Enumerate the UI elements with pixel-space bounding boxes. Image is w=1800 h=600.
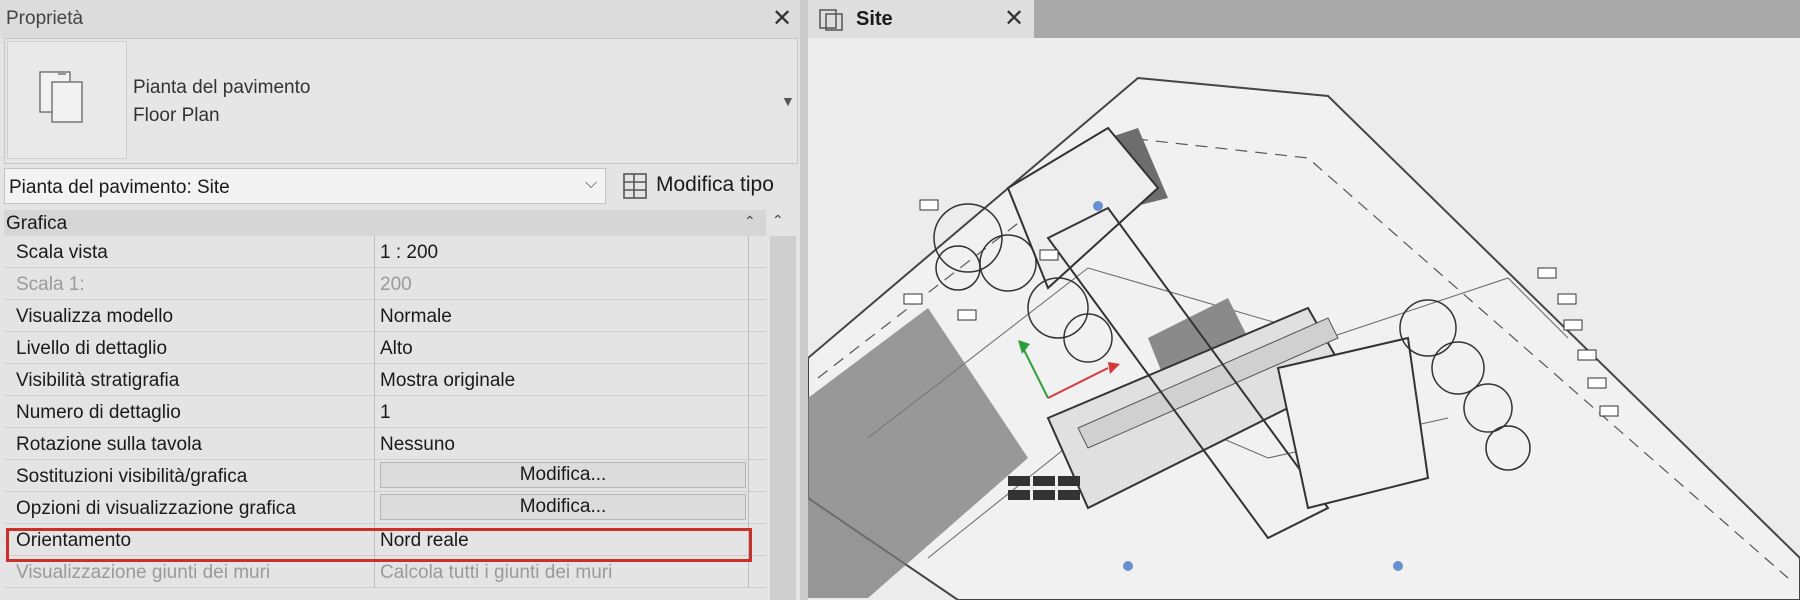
property-label: Opzioni di visualizzazione grafica — [16, 498, 296, 519]
property-label: Rotazione sulla tavola — [16, 434, 202, 455]
property-row[interactable]: Livello di dettaglio Alto — [4, 332, 766, 364]
tab-site[interactable]: Site ✕ — [808, 0, 1034, 38]
instance-selector-value: Pianta del pavimento: Site — [9, 177, 230, 198]
site-plan-drawing — [808, 76, 1800, 600]
properties-panel: Proprietà ✕ Pianta del pavimento Floor P… — [0, 0, 800, 600]
edit-visibility-button[interactable]: Modifica... — [380, 462, 746, 488]
type-name-english: Floor Plan — [133, 105, 220, 126]
property-row[interactable]: Numero di dettaglio 1 — [4, 396, 766, 428]
instance-selector[interactable]: Pianta del pavimento: Site ⌵ — [4, 168, 606, 204]
property-label: Numero di dettaglio — [16, 402, 181, 423]
site-plan-canvas[interactable] — [808, 38, 1800, 600]
section-header-grafica[interactable]: Grafica ⌃ — [4, 210, 766, 236]
property-value: 200 — [380, 274, 412, 295]
scroll-up-icon[interactable]: ⌃ — [772, 212, 784, 229]
scrollbar[interactable] — [770, 236, 796, 600]
view-tab-bar: Site ✕ — [808, 0, 1800, 38]
property-label: Scala vista — [16, 242, 108, 263]
property-row[interactable]: Rotazione sulla tavola Nessuno — [4, 428, 766, 460]
property-value[interactable]: Mostra originale — [380, 370, 515, 392]
property-label: Visualizzazione giunti dei muri — [16, 562, 271, 583]
property-label: Visibilità stratigrafia — [16, 370, 180, 391]
property-value[interactable]: Alto — [380, 338, 413, 360]
property-row[interactable]: Sostituzioni visibilità/grafica Modifica… — [4, 460, 766, 492]
section-title: Grafica — [6, 213, 68, 234]
close-icon[interactable]: ✕ — [772, 4, 792, 33]
highlight-box — [6, 528, 752, 562]
tab-title: Site — [856, 8, 893, 30]
property-label: Sostituzioni visibilità/grafica — [16, 466, 248, 487]
property-row[interactable]: Opzioni di visualizzazione grafica Modif… — [4, 492, 766, 524]
dropdown-arrow-icon[interactable]: ▼ — [781, 93, 795, 109]
property-value[interactable]: Calcola tutti i giunti dei muri — [380, 562, 612, 584]
type-name-italian: Pianta del pavimento — [133, 77, 311, 98]
property-row[interactable]: Scala vista 1 : 200 — [4, 236, 766, 268]
properties-title: Proprietà — [6, 8, 84, 29]
chevron-down-icon[interactable]: ⌵ — [585, 175, 597, 193]
panel-divider[interactable] — [800, 0, 808, 600]
property-label: Scala 1: — [16, 274, 85, 295]
property-label: Livello di dettaglio — [16, 338, 168, 359]
property-value[interactable]: 1 — [380, 402, 391, 424]
properties-title-bar: Proprietà ✕ — [0, 0, 800, 38]
close-icon[interactable]: ✕ — [1004, 4, 1024, 33]
property-row[interactable]: Visibilità stratigrafia Mostra originale — [4, 364, 766, 396]
property-label: Visualizza modello — [16, 306, 174, 327]
edit-graphic-options-button[interactable]: Modifica... — [380, 494, 746, 520]
property-value[interactable]: Nessuno — [380, 434, 455, 456]
edit-type-icon — [623, 173, 647, 199]
property-row[interactable]: Visualizza modello Normale — [4, 300, 766, 332]
property-row: Scala 1: 200 — [4, 268, 766, 300]
collapse-icon[interactable]: ⌃ — [744, 213, 756, 230]
floor-plan-icon — [7, 41, 127, 159]
floor-plan-tab-icon — [819, 9, 843, 31]
type-selector[interactable]: Pianta del pavimento Floor Plan ▼ — [4, 38, 798, 164]
edit-type-label: Modifica tipo — [656, 173, 774, 196]
property-value[interactable]: Normale — [380, 306, 452, 328]
property-value[interactable]: 1 : 200 — [380, 242, 438, 264]
